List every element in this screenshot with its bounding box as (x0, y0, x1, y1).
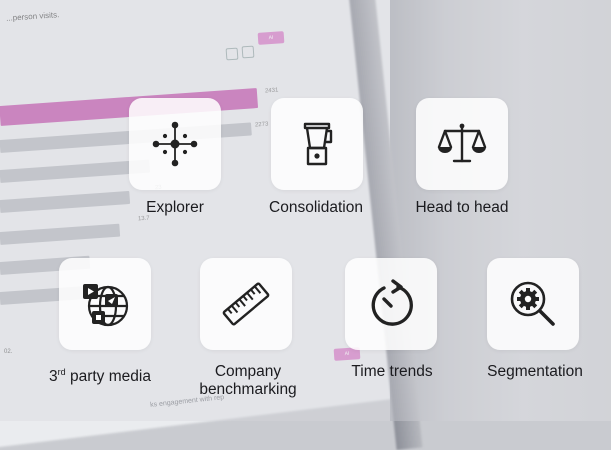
company-benchmarking-label: Company benchmarking (199, 363, 297, 398)
balance-scale-icon (437, 123, 487, 163)
third-party-media-tile[interactable] (59, 258, 151, 350)
segmentation-label: Segmentation (487, 363, 583, 380)
head-to-head-label: Head to head (415, 199, 509, 216)
timer-icon (371, 279, 413, 326)
time-trends-tile[interactable] (345, 258, 437, 350)
explorer-label: Explorer (146, 199, 204, 216)
magnifier-gear-icon (510, 281, 555, 326)
consolidation-tile[interactable] (271, 98, 363, 190)
segmentation-tile[interactable] (487, 258, 579, 350)
global-media-icon (83, 284, 129, 327)
explorer-tile[interactable] (129, 98, 221, 190)
head-to-head-tile[interactable] (416, 98, 508, 190)
blender-icon (303, 122, 333, 166)
ruler-icon (222, 282, 270, 326)
explorer-crosshair-icon (152, 121, 198, 167)
company-benchmarking-tile[interactable] (200, 258, 292, 350)
time-trends-label: Time trends (351, 363, 433, 380)
third-party-media-label: 3rd party media (49, 367, 151, 385)
consolidation-label: Consolidation (269, 199, 363, 216)
